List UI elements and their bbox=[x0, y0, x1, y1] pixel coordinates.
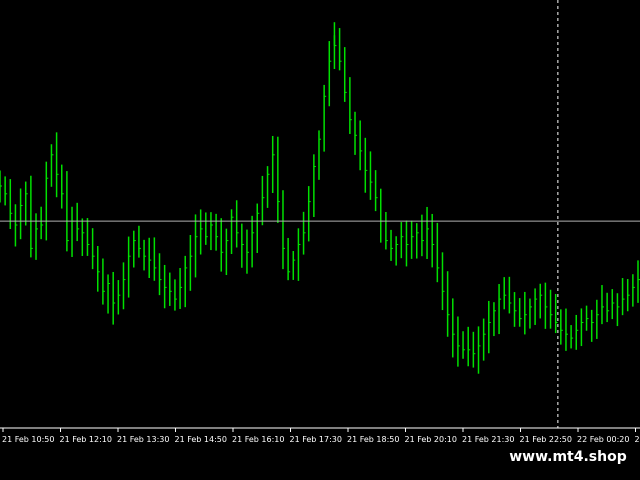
x-tick-label: 21 Feb 20:10 bbox=[405, 435, 457, 444]
price-chart[interactable]: 21 Feb 10:50 21 Feb 12:10 21 Feb 13:30 21 F… bbox=[0, 0, 640, 480]
x-tick-label: 21 Feb 13:30 bbox=[117, 435, 169, 444]
chart-window[interactable]: 21 Feb 10:50 21 Feb 12:10 21 Feb 13:30 21 F… bbox=[0, 0, 640, 480]
x-tick-label: 21 Feb 14:50 bbox=[175, 435, 227, 444]
x-tick-label: 21 Feb 12:10 bbox=[60, 435, 112, 444]
x-tick-label: 21 Feb 18:50 bbox=[347, 435, 399, 444]
watermark-text: www.mt4.shop bbox=[496, 442, 640, 472]
x-tick-label: 21 Feb 17:30 bbox=[290, 435, 342, 444]
x-tick-label: 21 Feb 16:10 bbox=[232, 435, 284, 444]
x-tick-label: 21 Feb 10:50 bbox=[2, 435, 54, 444]
chart-background bbox=[0, 0, 640, 480]
